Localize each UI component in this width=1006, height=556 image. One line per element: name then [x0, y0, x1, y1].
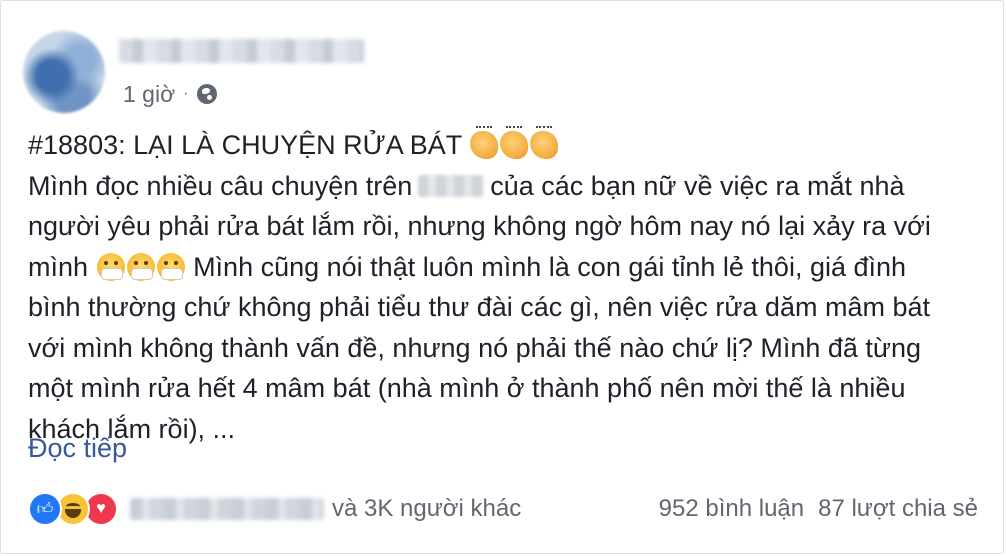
post-line: Mình đọc nhiều câu chuyện trên của các bạ… — [28, 166, 988, 207]
post-line: một mình rửa hết 4 mâm bát (nhà mình ở t… — [28, 373, 906, 403]
post-text: Mình cũng nói thật luôn mình là con gái … — [193, 251, 907, 282]
public-globe-icon[interactable] — [196, 84, 217, 104]
clap-emoji-icon — [530, 126, 559, 159]
post-timestamp[interactable]: 1 giờ — [123, 81, 175, 108]
post-footer: 👍︎ ♥ và 3K người khác 952 bình luận 87 l… — [28, 489, 978, 529]
see-more-link[interactable]: Đọc tiếp — [28, 433, 127, 464]
post-line: mình Mình cũng nói thật luôn mình là con… — [28, 247, 988, 288]
post-body: #18803: LẠI LÀ CHUYỆN RỬA BÁT Mình đọc n… — [28, 125, 988, 449]
profile-avatar[interactable] — [23, 31, 105, 113]
like-icon[interactable]: 👍︎ — [28, 492, 62, 526]
post-line: khách lắm rồi), ... — [28, 413, 236, 444]
post-text: của các bạn nữ về việc ra mắt nhà — [490, 170, 905, 201]
post-text: Mình đọc nhiều câu chuyện trên — [28, 170, 413, 201]
reactor-names-blurred[interactable] — [130, 498, 324, 520]
reactors-others[interactable]: và 3K người khác — [332, 495, 521, 523]
share-count[interactable]: 87 lượt chia sẻ — [818, 495, 978, 523]
page-name-blurred[interactable] — [119, 39, 364, 63]
post-title: #18803: LẠI LÀ CHUYỆN RỬA BÁT — [28, 130, 462, 160]
shocked-face-emoji-icon — [96, 252, 125, 281]
clap-emoji-icon — [470, 126, 499, 159]
clap-emoji-icon — [500, 126, 529, 159]
facebook-post-card: 1 giờ · #18803: LẠI LÀ CHUYỆN RỬA BÁT Mì… — [0, 0, 1004, 554]
reaction-icons[interactable]: 👍︎ ♥ — [28, 492, 118, 526]
post-line: bình thường chứ không phải tiểu thư đài … — [28, 292, 930, 322]
post-line: #18803: LẠI LÀ CHUYỆN RỬA BÁT — [28, 125, 988, 166]
post-line: người yêu phải rửa bát lắm rồi, nhưng kh… — [28, 211, 931, 241]
meta-separator: · — [183, 85, 189, 102]
post-meta: 1 giờ · — [123, 81, 217, 107]
post-text: mình — [28, 251, 89, 282]
shocked-face-emoji-icon — [156, 252, 185, 281]
blurred-page-name — [418, 174, 485, 197]
shocked-face-emoji-icon — [126, 252, 155, 281]
post-line: với mình không thành vấn đề, nhưng nó ph… — [28, 332, 922, 363]
comment-count[interactable]: 952 bình luận — [659, 495, 804, 523]
